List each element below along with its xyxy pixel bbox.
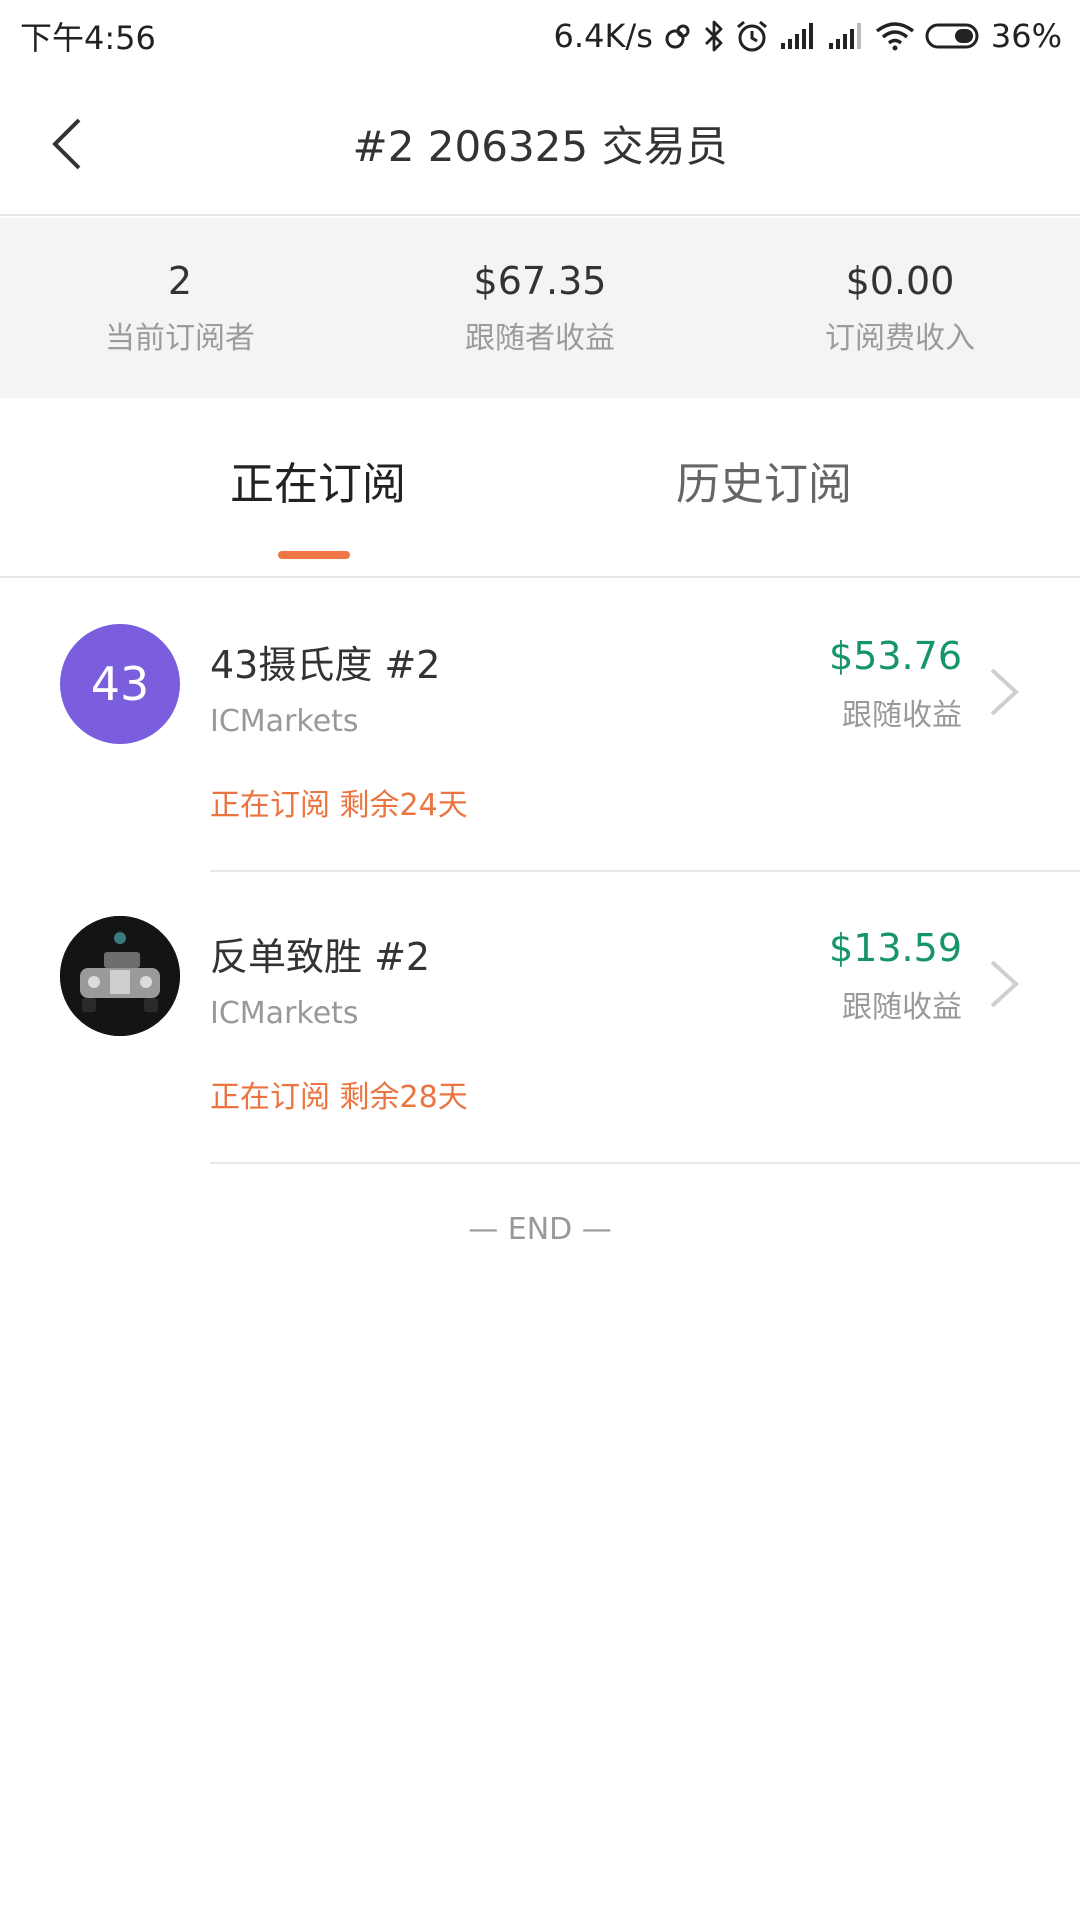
stat-current-subscribers: 2 当前订阅者: [0, 218, 360, 398]
list-item[interactable]: 反单致胜 #2 ICMarkets 正在订阅 剩余28天 $13.59 跟随收益: [0, 872, 1080, 1164]
follow-profit-value: $53.76: [829, 634, 962, 678]
stat-value: $0.00: [845, 259, 955, 304]
active-tab-indicator: [278, 551, 350, 559]
status-icons: 6.4K/s 36%: [554, 16, 1062, 56]
chevron-right-icon: [990, 960, 1019, 1008]
nav-bar: #2 206325 交易员: [0, 72, 1080, 216]
battery-icon: [925, 16, 981, 56]
list-item[interactable]: 43 43摄氏度 #2 ICMarkets 正在订阅 剩余24天 $53.76 …: [0, 580, 1080, 872]
stat-follower-profit: $67.35 跟随者收益: [360, 218, 720, 398]
stat-label: 订阅费收入: [825, 320, 975, 356]
trader-name: 43摄氏度 #2: [210, 643, 441, 687]
broker-name: ICMarkets: [210, 704, 359, 739]
back-button[interactable]: [36, 112, 96, 176]
divider: [210, 1162, 1080, 1164]
follow-profit-label: 跟随收益: [842, 990, 962, 1025]
avatar-text: 43: [90, 657, 150, 711]
battery-level: 36%: [990, 17, 1062, 55]
wifi-icon: [875, 16, 915, 56]
tab-current-subscriptions[interactable]: 正在订阅: [230, 448, 406, 512]
subscription-status: 正在订阅 剩余28天: [210, 1080, 468, 1115]
chevron-right-icon: [990, 668, 1019, 716]
subscription-status: 正在订阅 剩余24天: [210, 788, 468, 823]
signal-icon: [779, 16, 817, 56]
alarm-icon: [735, 16, 769, 56]
subscription-list: 43 43摄氏度 #2 ICMarkets 正在订阅 剩余24天 $53.76 …: [0, 580, 1080, 1164]
list-end-marker: — END —: [468, 1212, 612, 1247]
follow-profit-value: $13.59: [829, 926, 962, 970]
follow-profit-label: 跟随收益: [842, 698, 962, 733]
trader-name: 反单致胜 #2: [210, 935, 431, 979]
signal-icon-2: [827, 16, 865, 56]
bluetooth-icon: [703, 16, 725, 56]
tab-history-subscriptions[interactable]: 历史订阅: [676, 448, 852, 512]
tab-bar: 正在订阅 历史订阅: [0, 398, 1080, 578]
avatar: [60, 916, 180, 1036]
link-icon: [663, 16, 693, 56]
avatar: 43: [60, 624, 180, 744]
chevron-left-icon: [52, 118, 81, 170]
stat-subscription-income: $0.00 订阅费收入: [720, 218, 1080, 398]
broker-name: ICMarkets: [210, 996, 359, 1031]
network-speed: 6.4K/s: [553, 17, 653, 55]
stat-label: 跟随者收益: [465, 320, 615, 356]
car-photo-icon: [60, 916, 180, 1036]
stat-label: 当前订阅者: [105, 320, 255, 356]
stat-value: $67.35: [473, 259, 607, 304]
status-bar: 下午4:56 6.4K/s 36%: [0, 0, 1080, 72]
status-time: 下午4:56: [20, 19, 156, 57]
stats-panel: 2 当前订阅者 $67.35 跟随者收益 $0.00 订阅费收入: [0, 218, 1080, 398]
page-title: #2 206325 交易员: [352, 121, 728, 171]
stat-value: 2: [167, 259, 193, 304]
